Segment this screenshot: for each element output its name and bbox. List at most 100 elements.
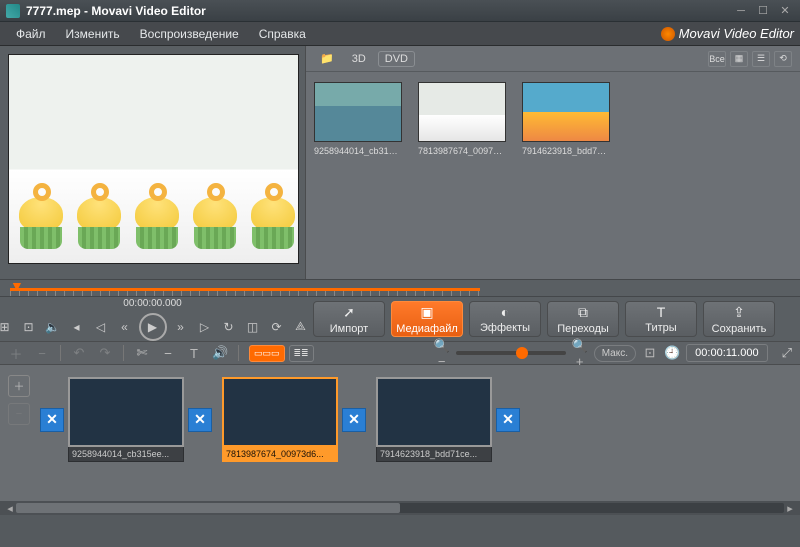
zoom-out-button[interactable]: 🔍− — [434, 338, 450, 369]
close-button[interactable]: ✕ — [776, 4, 794, 18]
transition-slot[interactable]: ✕ — [188, 408, 212, 432]
save-icon: ⇪ — [733, 304, 745, 321]
media-clip[interactable]: 9258944014_cb315eef1... — [314, 82, 402, 156]
zoom-max-button[interactable]: Макс. — [594, 345, 636, 362]
undo-button[interactable]: ↶ — [71, 345, 87, 361]
step-fwd-button[interactable]: ▷ — [195, 317, 215, 337]
timecode-display: 00:00:00.000 — [123, 298, 181, 309]
add-track-button[interactable]: ＋ — [8, 344, 24, 363]
main-tabs: ➚ Импорт ▣ Медиафайл ◐ Эффекты ⧉ Переход… — [305, 297, 800, 341]
tab-label: Импорт — [330, 323, 368, 335]
audio-button[interactable]: 🔊 — [212, 345, 228, 361]
import-icon: ➚ — [343, 304, 355, 321]
media-toolbar: 📁 3D DVD Все ▦ ☰ ⟲ — [306, 46, 800, 72]
tab-label: Эффекты — [480, 322, 530, 334]
tab-transitions[interactable]: ⧉ Переходы — [547, 301, 619, 337]
timeline-clip[interactable]: 7813987674_00973d6... — [222, 377, 338, 462]
media-clip[interactable]: 7813987674_00973d6d... — [418, 82, 506, 156]
scroll-thumb[interactable] — [16, 503, 400, 513]
play-button[interactable]: ▶ — [139, 313, 167, 341]
window-title: 7777.mep - Movavi Video Editor — [26, 4, 206, 18]
expand-button[interactable]: ⤢ — [782, 345, 792, 361]
snapshot-button[interactable]: ◫ — [243, 317, 263, 337]
menu-help[interactable]: Справка — [249, 24, 316, 44]
forward-button[interactable]: » — [171, 317, 191, 337]
menu-edit[interactable]: Изменить — [56, 24, 130, 44]
menu-bar: Файл Изменить Воспроизведение Справка Mo… — [0, 22, 800, 46]
tab-label: Титры — [645, 322, 676, 334]
timeline-clip-caption: 7813987674_00973d6... — [222, 447, 338, 462]
timeline-remove-button[interactable]: − — [8, 403, 30, 425]
3d-button[interactable]: 3D — [346, 51, 372, 67]
timeline-scrollbar[interactable]: ◂ ▸ — [0, 501, 800, 515]
folder-icon: 📁 — [320, 52, 334, 65]
step-back-button[interactable]: ◁ — [91, 317, 111, 337]
timeline[interactable]: ＋ − ✕ 9258944014_cb315ee... ✕ 7813987674… — [0, 365, 800, 501]
brand-text: Movavi Video Editor — [679, 26, 794, 41]
tab-media[interactable]: ▣ Медиафайл — [391, 301, 463, 337]
brand-label: Movavi Video Editor — [661, 26, 794, 41]
mute-button[interactable]: 🔈 — [43, 317, 63, 337]
media-grid[interactable]: 9258944014_cb315eef1... 7813987674_00973… — [306, 72, 800, 279]
zoom-in-button[interactable]: 🔍+ — [572, 338, 588, 369]
scroll-left-button[interactable]: ◂ — [4, 502, 16, 515]
media-clip[interactable]: 7914623918_bdd71ce... — [522, 82, 610, 156]
brand-icon — [661, 27, 675, 41]
media-icon: ▣ — [420, 304, 433, 321]
transitions-icon: ⧉ — [578, 304, 588, 321]
tab-effects[interactable]: ◐ Эффекты — [469, 301, 541, 337]
split-button[interactable]: ⎯ — [160, 345, 176, 361]
timeline-clip[interactable]: 9258944014_cb315ee... — [68, 377, 184, 462]
media-panel: 📁 3D DVD Все ▦ ☰ ⟲ 9258944014_cb315eef1.… — [305, 46, 800, 279]
tab-label: Переходы — [557, 323, 609, 335]
filter-all-button[interactable]: Все — [708, 51, 726, 67]
rewind-button[interactable]: « — [115, 317, 135, 337]
view-link-button[interactable]: ⟲ — [774, 51, 792, 67]
clock-icon: 🕘 — [664, 345, 680, 361]
folder-button[interactable]: 📁 — [314, 50, 340, 67]
rotate-button[interactable]: ⟳ — [267, 317, 287, 337]
tab-titles[interactable]: T Титры — [625, 301, 697, 337]
transition-slot[interactable]: ✕ — [40, 408, 64, 432]
view-grid-button[interactable]: ▦ — [730, 51, 748, 67]
transition-slot[interactable]: ✕ — [496, 408, 520, 432]
maximize-button[interactable]: ☐ — [754, 4, 772, 18]
timeline-add-button[interactable]: ＋ — [8, 375, 30, 397]
transport-controls: ⊞ ⊡ 🔈 ◂ ◁ « ▶ » ▷ ↻ ◫ ⟳ ⟁ — [0, 313, 311, 341]
storyboard-view-button[interactable]: ▭▭▭ — [249, 345, 285, 362]
dvd-button[interactable]: DVD — [378, 51, 415, 67]
prev-frame-button[interactable]: ◂ — [67, 317, 87, 337]
fit-button[interactable]: ⊡ — [642, 345, 658, 361]
tab-label: Медиафайл — [396, 323, 458, 335]
minimize-button[interactable]: ─ — [732, 4, 750, 18]
media-clip-caption: 7813987674_00973d6d... — [418, 146, 506, 156]
timeline-clip[interactable]: 7914623918_bdd71ce... — [376, 377, 492, 462]
preview-viewport[interactable] — [8, 54, 299, 264]
effects-icon: ◐ — [501, 304, 509, 320]
tab-import[interactable]: ➚ Импорт — [313, 301, 385, 337]
media-clip-caption: 9258944014_cb315eef1... — [314, 146, 402, 156]
timeline-view-button[interactable]: ≣≣ — [289, 345, 314, 362]
timeline-clip-caption: 7914623918_bdd71ce... — [376, 447, 492, 462]
app-icon — [6, 4, 20, 18]
tab-save[interactable]: ⇪ Сохранить — [703, 301, 775, 337]
text-button[interactable]: T — [186, 346, 202, 361]
menu-file[interactable]: Файл — [6, 24, 56, 44]
timeline-clip-caption: 9258944014_cb315ee... — [68, 447, 184, 462]
view-list-button[interactable]: ☰ — [752, 51, 770, 67]
cut-button[interactable]: ✄ — [134, 345, 150, 361]
zoom-slider[interactable] — [456, 351, 566, 355]
transition-slot[interactable]: ✕ — [342, 408, 366, 432]
mode-b-button[interactable]: ⊡ — [19, 317, 39, 337]
menu-playback[interactable]: Воспроизведение — [130, 24, 249, 44]
loop-button[interactable]: ↻ — [219, 317, 239, 337]
media-clip-caption: 7914623918_bdd71ce... — [522, 146, 610, 156]
preview-pane — [0, 46, 305, 279]
title-bar: 7777.mep - Movavi Video Editor ─ ☐ ✕ — [0, 0, 800, 22]
seek-ruler[interactable]: ▼ — [0, 279, 800, 297]
tab-label: Сохранить — [712, 323, 767, 335]
scroll-right-button[interactable]: ▸ — [784, 502, 796, 515]
mode-a-button[interactable]: ⊞ — [0, 317, 15, 337]
redo-button[interactable]: ↷ — [97, 345, 113, 361]
remove-track-button[interactable]: − — [34, 346, 50, 361]
